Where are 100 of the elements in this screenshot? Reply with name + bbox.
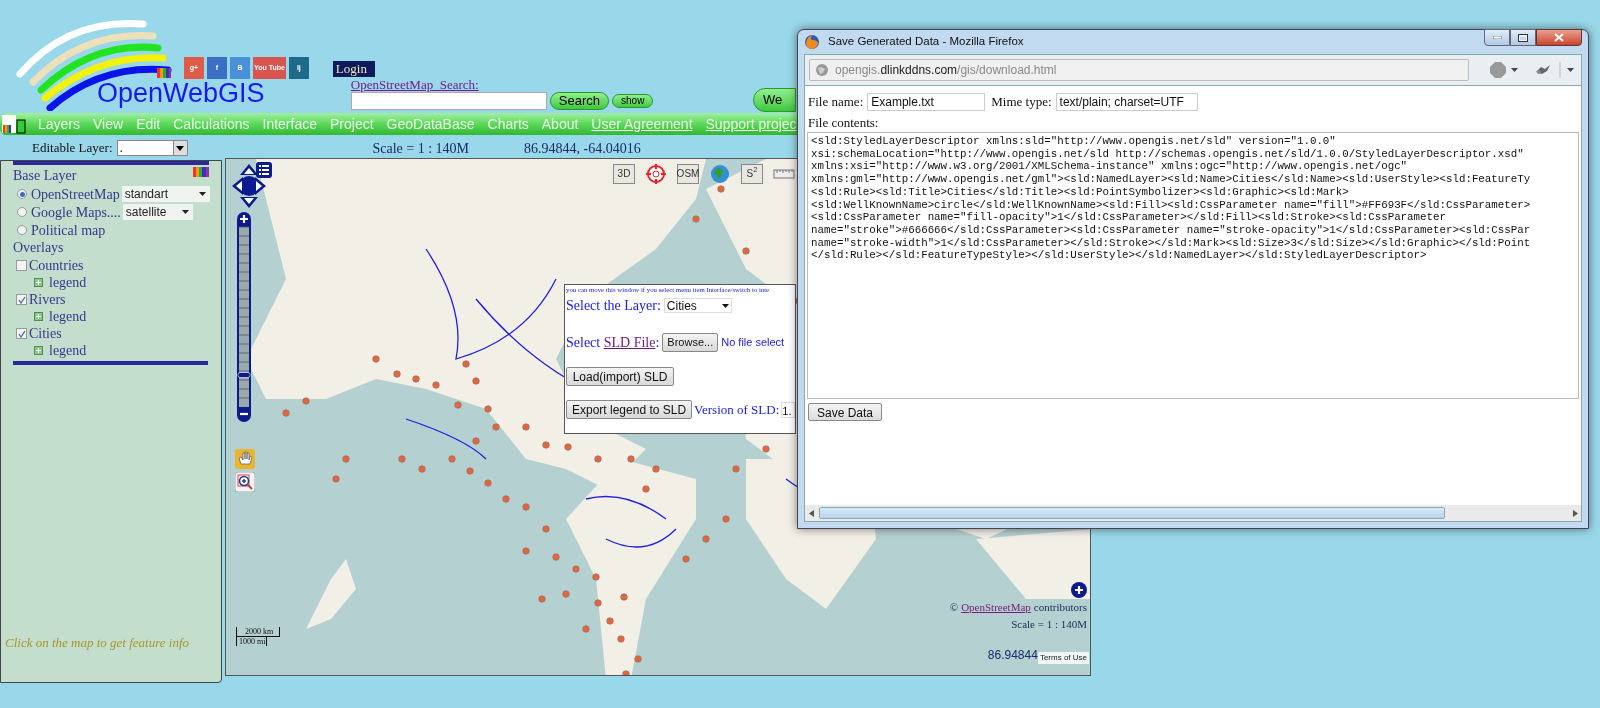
- checkbox[interactable]: [16, 328, 27, 339]
- city-marker[interactable]: [484, 405, 492, 413]
- globe-icon[interactable]: [709, 164, 731, 184]
- expand-icon[interactable]: [34, 278, 43, 287]
- city-marker[interactable]: [492, 423, 500, 431]
- caret-icon[interactable]: [198, 192, 206, 196]
- file-contents-field[interactable]: [807, 132, 1579, 399]
- expand-plus-icon[interactable]: [1071, 582, 1087, 598]
- maximize-button[interactable]: [1510, 29, 1536, 46]
- checkbox[interactable]: [16, 294, 27, 305]
- city-marker[interactable]: [620, 593, 628, 601]
- city-marker[interactable]: [717, 185, 725, 193]
- city-marker[interactable]: [634, 655, 642, 663]
- city-marker[interactable]: [642, 485, 650, 493]
- city-marker[interactable]: [617, 635, 625, 643]
- caret-icon[interactable]: [721, 303, 729, 308]
- city-marker[interactable]: [562, 590, 570, 598]
- city-marker[interactable]: [484, 479, 492, 487]
- zoom-slider[interactable]: [236, 212, 252, 422]
- city-marker[interactable]: [282, 409, 290, 417]
- city-marker[interactable]: [622, 670, 630, 675]
- zoom-box-icon[interactable]: [235, 472, 255, 492]
- checkbox[interactable]: [16, 260, 27, 271]
- city-marker[interactable]: [393, 370, 401, 378]
- side-button[interactable]: We: [753, 88, 796, 112]
- address-bar[interactable]: opengis.dlinkddns.com/gis/download.html: [809, 59, 1469, 81]
- city-marker[interactable]: [462, 360, 470, 368]
- city-marker[interactable]: [432, 381, 440, 389]
- city-marker[interactable]: [332, 475, 340, 483]
- layer-option-select[interactable]: satellite: [122, 204, 193, 220]
- city-marker[interactable]: [732, 465, 740, 473]
- layer-option-select[interactable]: standart: [121, 186, 210, 202]
- city-marker[interactable]: [302, 397, 310, 405]
- city-marker[interactable]: [522, 547, 530, 555]
- osm-link[interactable]: OpenStreetMap: [961, 599, 1031, 616]
- city-marker[interactable]: [592, 573, 600, 581]
- mime-type-field[interactable]: text/plain; charset=UTF: [1055, 92, 1198, 111]
- city-marker[interactable]: [652, 465, 660, 473]
- scroll-left-icon[interactable]: [808, 509, 814, 517]
- city-marker[interactable]: [582, 625, 590, 633]
- city-marker[interactable]: [542, 441, 550, 449]
- city-marker[interactable]: [594, 599, 602, 607]
- city-marker[interactable]: [627, 455, 635, 463]
- map-tool-button[interactable]: OSM: [677, 164, 699, 184]
- city-marker[interactable]: [418, 465, 426, 473]
- city-marker[interactable]: [762, 445, 770, 453]
- layer-list-icon[interactable]: [256, 162, 272, 178]
- city-marker[interactable]: [522, 503, 530, 511]
- zoom-slider-thumb[interactable]: [237, 372, 251, 378]
- search-link[interactable]: OpenStreetMap Search:: [350, 77, 654, 92]
- city-marker[interactable]: [372, 355, 380, 363]
- show-button[interactable]: show: [612, 94, 654, 108]
- pan-control-icon[interactable]: [232, 164, 266, 208]
- city-marker[interactable]: [466, 467, 474, 475]
- radio-button[interactable]: [17, 207, 27, 217]
- city-marker[interactable]: [682, 555, 690, 563]
- city-marker[interactable]: [472, 437, 480, 445]
- load-sld-button[interactable]: Load(import) SLD: [566, 367, 674, 386]
- map-tool-button[interactable]: S$^{2}$: [741, 164, 763, 184]
- browse-button[interactable]: Browse...: [662, 333, 719, 352]
- horizontal-scrollbar[interactable]: [805, 505, 1581, 521]
- target-icon[interactable]: [645, 164, 667, 184]
- search-button[interactable]: Search: [549, 92, 610, 110]
- menu-caret-icon[interactable]: [1559, 61, 1577, 79]
- caret-icon[interactable]: [181, 210, 189, 214]
- save-data-button[interactable]: Save Data: [808, 403, 883, 421]
- city-marker[interactable]: [572, 565, 580, 573]
- city-marker[interactable]: [564, 443, 572, 451]
- radio-button[interactable]: [17, 225, 27, 235]
- terms-link[interactable]: Terms of Use: [1037, 652, 1089, 664]
- city-marker[interactable]: [342, 455, 350, 463]
- login-button[interactable]: Login: [332, 61, 375, 77]
- expand-icon[interactable]: [34, 312, 43, 321]
- city-marker[interactable]: [472, 377, 480, 385]
- city-marker[interactable]: [552, 553, 560, 561]
- city-marker[interactable]: [502, 495, 510, 503]
- minimize-button[interactable]: [1484, 29, 1510, 46]
- city-marker[interactable]: [412, 375, 420, 383]
- close-button[interactable]: [1536, 29, 1582, 46]
- hand-pan-icon[interactable]: [235, 449, 255, 469]
- city-marker[interactable]: [722, 515, 730, 523]
- city-marker[interactable]: [594, 455, 602, 463]
- city-marker[interactable]: [538, 595, 546, 603]
- city-marker[interactable]: [606, 617, 614, 625]
- city-marker[interactable]: [454, 401, 462, 409]
- search-field[interactable]: [350, 92, 547, 110]
- version-field[interactable]: 1.: [781, 401, 795, 418]
- radio-button[interactable]: [17, 189, 27, 199]
- expand-icon[interactable]: [34, 346, 43, 355]
- city-marker[interactable]: [448, 455, 456, 463]
- adblock-icon[interactable]: [1489, 61, 1519, 79]
- city-marker[interactable]: [692, 215, 700, 223]
- city-marker[interactable]: [702, 535, 710, 543]
- map-tool-button[interactable]: 3D: [613, 164, 635, 184]
- city-marker[interactable]: [398, 455, 406, 463]
- city-marker[interactable]: [522, 423, 530, 431]
- city-marker[interactable]: [542, 525, 550, 533]
- layer-select[interactable]: Cities: [663, 298, 732, 313]
- caret-icon[interactable]: [176, 145, 184, 151]
- scroll-right-icon[interactable]: [1572, 509, 1578, 517]
